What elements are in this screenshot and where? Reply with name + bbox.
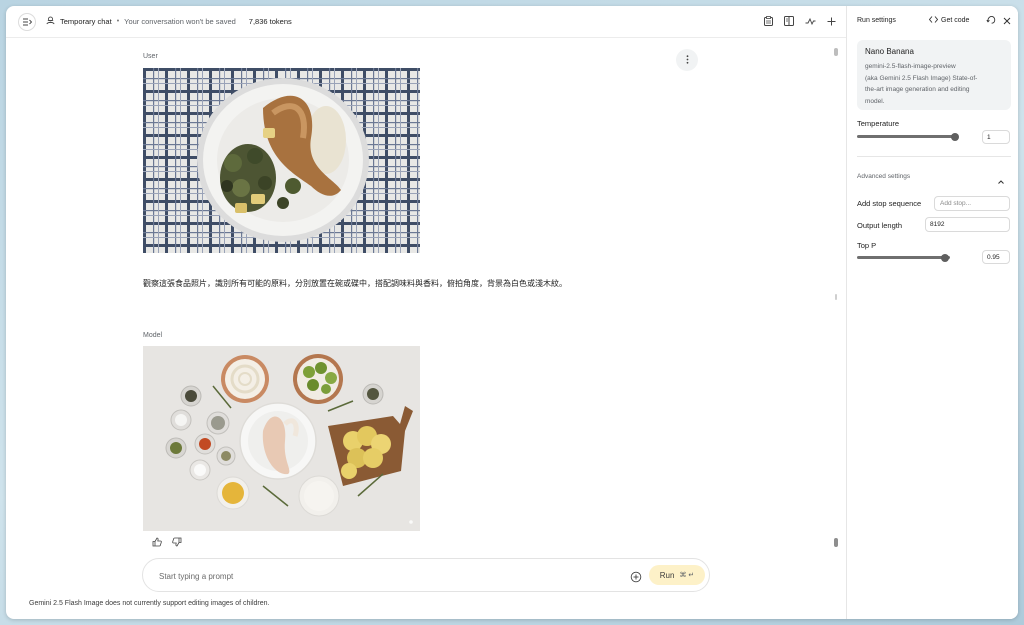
sidebar-toggle-button[interactable] (18, 13, 36, 31)
plus-icon (827, 13, 836, 31)
scrollbar-mid-marker[interactable] (835, 294, 837, 300)
model-role-label: Model (143, 332, 163, 339)
separator-dot: • (116, 18, 120, 25)
section-divider (857, 156, 1011, 157)
run-settings-panel: Run settings Get code Nano Banana gemini… (846, 6, 1018, 619)
user-role-label: User (143, 53, 158, 60)
code-icon (928, 16, 939, 25)
scrollbar-thumb[interactable] (834, 538, 838, 547)
model-description: gemini-2.5-flash-image-preview (aka Gemi… (865, 61, 1003, 107)
model-generated-image[interactable] (143, 346, 420, 531)
model-name: Nano Banana (865, 47, 914, 56)
output-length-field[interactable]: 8192 (925, 217, 1010, 232)
plus-circle-icon (630, 570, 642, 587)
chat-area: User 觀察這張食品照片，識別所有可能的原料，分別放置在碗或碟中，搭配調味料與… (6, 38, 846, 619)
panel-title: Run settings (857, 17, 896, 24)
close-icon (1003, 12, 1011, 30)
advanced-settings-toggle[interactable]: Advanced settings (857, 173, 910, 180)
chevron-up-icon[interactable] (997, 173, 1005, 184)
top-p-slider-track[interactable] (857, 256, 950, 259)
model-desc-line: model. (865, 97, 885, 105)
top-p-label: Top P (857, 241, 877, 250)
message-options-button[interactable] (676, 49, 698, 71)
top-p-value-field[interactable]: 0.95 (982, 250, 1010, 264)
stop-sequence-input[interactable] (934, 196, 1010, 211)
thumbs-down-icon (172, 534, 182, 551)
sidebar-toggle-icon (22, 13, 32, 31)
chat-subtitle: Your conversation won't be saved (124, 17, 236, 26)
run-button[interactable]: Run ⌘ ↵ (649, 565, 705, 585)
close-panel-button[interactable] (1001, 15, 1013, 27)
thumbs-up-button[interactable] (152, 534, 162, 552)
model-desc-line: the-art image generation and editing (865, 86, 970, 93)
output-length-label: Output length (857, 221, 903, 230)
top-p-slider-thumb[interactable] (941, 253, 950, 262)
get-code-button[interactable]: Get code (928, 16, 970, 25)
add-media-button[interactable] (630, 570, 642, 583)
reset-icon (986, 12, 996, 30)
thumbs-down-button[interactable] (172, 534, 182, 552)
token-count: 7,836 tokens (248, 17, 292, 26)
model-desc-line: gemini-2.5-flash-image-preview (865, 63, 956, 70)
more-vertical-icon (686, 51, 689, 69)
clipboard-button[interactable] (761, 15, 775, 29)
thumbs-up-icon (152, 534, 162, 551)
app-window: Temporary chat • Your conversation won't… (6, 6, 1018, 619)
disclaimer-text: Gemini 2.5 Flash Image does not currentl… (29, 600, 270, 607)
shuffle-icon (805, 13, 816, 31)
model-selector-card[interactable]: Nano Banana gemini-2.5-flash-image-previ… (857, 40, 1011, 110)
top-actions (761, 15, 838, 29)
reset-button[interactable] (985, 15, 997, 27)
compare-icon (784, 13, 794, 31)
user-prompt-text: 觀察這張食品照片，識別所有可能的原料，分別放置在碗或碟中，搭配調味料與香料，俯拍… (143, 279, 567, 288)
chat-title-group: Temporary chat • Your conversation won't… (46, 16, 292, 27)
prompt-input-container: Run ⌘ ↵ (142, 558, 710, 592)
run-label: Run (659, 570, 675, 580)
shuffle-button[interactable] (803, 15, 817, 29)
feedback-actions (152, 534, 182, 552)
user-uploaded-image[interactable] (143, 68, 420, 253)
temperature-value-field[interactable]: 1 (982, 130, 1010, 144)
model-desc-line: (aka Gemini 2.5 Flash Image) State-of- (865, 74, 978, 82)
scrollbar-top-marker[interactable] (834, 48, 838, 56)
temporary-chat-icon (46, 16, 55, 27)
temperature-slider-thumb[interactable] (951, 132, 959, 141)
temperature-slider-track[interactable] (857, 135, 955, 138)
new-chat-button[interactable] (824, 15, 838, 29)
chat-title: Temporary chat (60, 17, 112, 26)
run-shortcut: ⌘ ↵ (679, 572, 695, 579)
temperature-label: Temperature (857, 119, 900, 128)
prompt-input[interactable] (159, 568, 599, 584)
clipboard-icon (763, 13, 773, 31)
top-bar: Temporary chat • Your conversation won't… (6, 6, 846, 38)
stop-sequence-label: Add stop sequence (857, 199, 922, 208)
compare-button[interactable] (782, 15, 796, 29)
get-code-label: Get code (941, 17, 970, 24)
